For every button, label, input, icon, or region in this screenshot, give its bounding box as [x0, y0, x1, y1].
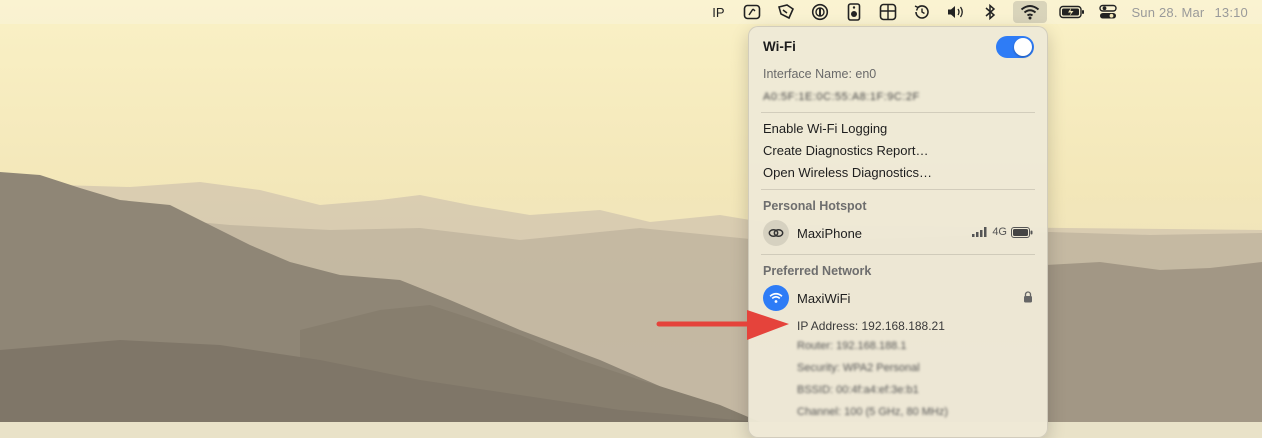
hotspot-battery-icon	[1011, 226, 1033, 238]
lock-icon	[1023, 291, 1033, 303]
ip-address-detail: IP Address: 192.168.188.21	[797, 319, 945, 333]
desktop-wallpaper	[0, 0, 1262, 422]
script-editor-icon[interactable]	[741, 1, 763, 23]
open-wireless-diagnostics-item[interactable]: Open Wireless Diagnostics…	[763, 165, 1033, 180]
wifi-menu-panel: Wi-Fi Interface Name: en0 A0:5F:1E:0C:55…	[748, 26, 1048, 438]
network-type-label: 4G	[992, 226, 1007, 238]
ip-status-item[interactable]: IP	[707, 1, 729, 23]
hotspot-network-item[interactable]: MaxiPhone 4G	[763, 220, 1033, 246]
password-manager-icon[interactable]	[809, 1, 831, 23]
cellular-signal-icon	[972, 227, 987, 237]
toggle-knob	[1014, 38, 1032, 56]
redacted-detail-line: BSSID: 00:4f:a4:ef:3e:b1	[797, 384, 919, 396]
speaker-device-icon[interactable]	[843, 1, 865, 23]
volume-icon[interactable]	[945, 1, 967, 23]
flag-app-icon[interactable]	[775, 1, 797, 23]
wifi-panel-title: Wi-Fi	[763, 39, 796, 54]
mac-address-redacted: A0:5F:1E:0C:55:A8:1F:9C:2F	[763, 91, 920, 103]
redacted-detail-line: Security: WPA2 Personal	[797, 362, 920, 374]
separator	[761, 189, 1035, 190]
create-diagnostics-report-item[interactable]: Create Diagnostics Report…	[763, 143, 1033, 158]
preferred-network-heading: Preferred Network	[763, 264, 872, 278]
wifi-toggle[interactable]	[996, 36, 1034, 58]
grid-app-icon[interactable]	[877, 1, 899, 23]
hotspot-link-icon	[763, 220, 789, 246]
menu-bar: IP Sun 28. Mar 13:10	[0, 0, 1262, 24]
menu-bar-clock[interactable]: Sun 28. Mar 13:10	[1131, 5, 1248, 20]
separator	[761, 112, 1035, 113]
enable-wifi-logging-item[interactable]: Enable Wi-Fi Logging	[763, 121, 1033, 136]
interface-name: Interface Name: en0	[763, 67, 877, 81]
ip-label: IP	[712, 4, 725, 20]
clock-date: Sun 28. Mar	[1131, 4, 1205, 20]
redacted-detail-line: Router: 192.168.188.1	[797, 340, 907, 352]
hotspot-status: 4G	[972, 226, 1033, 238]
wifi-status-icon[interactable]	[1013, 1, 1048, 23]
preferred-network-item[interactable]: MaxiWiFi	[763, 285, 1033, 311]
battery-icon[interactable]	[1059, 1, 1085, 23]
redacted-detail-line: Channel: 100 (5 GHz, 80 MHz)	[797, 406, 949, 418]
bluetooth-icon[interactable]	[979, 1, 1001, 23]
separator	[761, 254, 1035, 255]
control-center-icon[interactable]	[1097, 1, 1119, 23]
clock-time: 13:10	[1214, 4, 1248, 20]
preferred-network-name: MaxiWiFi	[797, 290, 851, 306]
annotation-arrow	[655, 306, 795, 351]
time-machine-icon[interactable]	[911, 1, 933, 23]
hotspot-name: MaxiPhone	[797, 225, 863, 241]
personal-hotspot-heading: Personal Hotspot	[763, 199, 867, 213]
